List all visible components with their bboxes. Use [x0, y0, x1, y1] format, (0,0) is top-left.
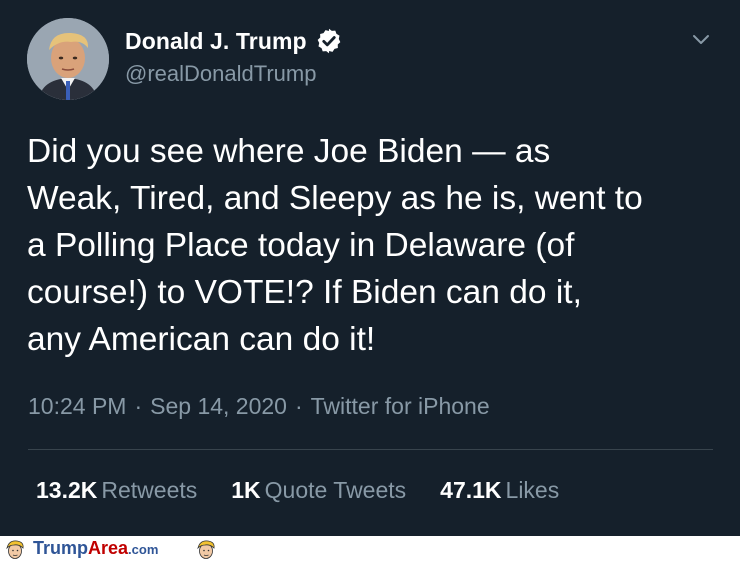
quote-tweets-stat[interactable]: 1K Quote Tweets [231, 477, 406, 504]
author-handle[interactable]: @realDonaldTrump [125, 61, 316, 87]
author-name-row: Donald J. Trump [125, 27, 343, 55]
trump-face-icon [197, 540, 215, 559]
trump-face-icon [6, 540, 24, 559]
quote-tweets-count: 1K [231, 477, 261, 503]
divider [28, 449, 713, 450]
retweets-stat[interactable]: 13.2K Retweets [36, 477, 197, 504]
tweet-date[interactable]: Sep 14, 2020 [150, 393, 287, 420]
meta-separator: · [134, 393, 143, 419]
tweet-card: Donald J. Trump @realDonaldTrump Did you… [0, 0, 740, 536]
likes-stat[interactable]: 47.1K Likes [440, 477, 559, 504]
author-name[interactable]: Donald J. Trump [125, 28, 307, 55]
watermark-text: TrumpArea.com [33, 538, 159, 558]
retweets-count: 13.2K [36, 477, 98, 503]
tweet-source[interactable]: Twitter for iPhone [311, 393, 490, 420]
chevron-down-icon[interactable] [690, 28, 712, 50]
watermark-bar: TrumpArea.com [0, 536, 740, 561]
verified-badge-icon [317, 28, 341, 54]
likes-label: Likes [505, 477, 560, 503]
likes-count: 47.1K [440, 477, 502, 503]
retweets-label: Retweets [101, 477, 198, 503]
avatar[interactable] [27, 18, 109, 100]
tweet-stats: 13.2K Retweets 1K Quote Tweets 47.1K Likes [36, 477, 559, 504]
tweet-meta: 10:24 PM · Sep 14, 2020 · Twitter for iP… [28, 393, 490, 420]
tweet-time[interactable]: 10:24 PM [28, 393, 126, 420]
quote-tweets-label: Quote Tweets [264, 477, 407, 503]
meta-separator: · [294, 393, 303, 419]
tweet-text: Did you see where Joe Biden — as Weak, T… [27, 133, 643, 358]
